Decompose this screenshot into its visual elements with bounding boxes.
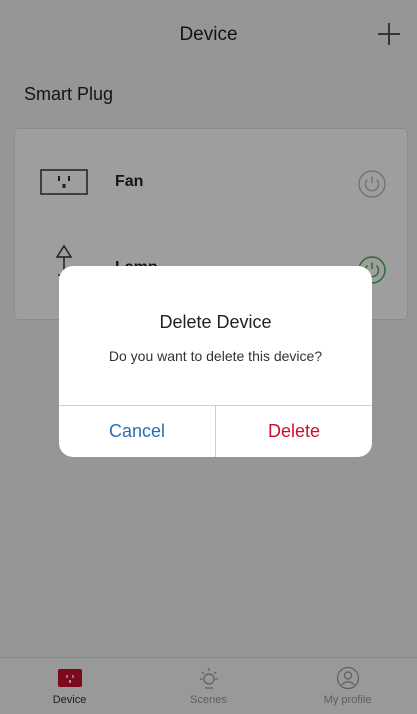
- dialog-title: Delete Device: [159, 312, 272, 332]
- app-screen: Device Smart Plug Fan Device Scenes My p…: [0, 0, 417, 714]
- delete-device-dialog: Delete Device Do you want to delete this…: [59, 266, 372, 457]
- dialog-message: Do you want to delete this device?: [108, 348, 323, 364]
- cancel-button[interactable]: Cancel: [59, 406, 215, 457]
- delete-button[interactable]: Delete: [216, 406, 372, 457]
